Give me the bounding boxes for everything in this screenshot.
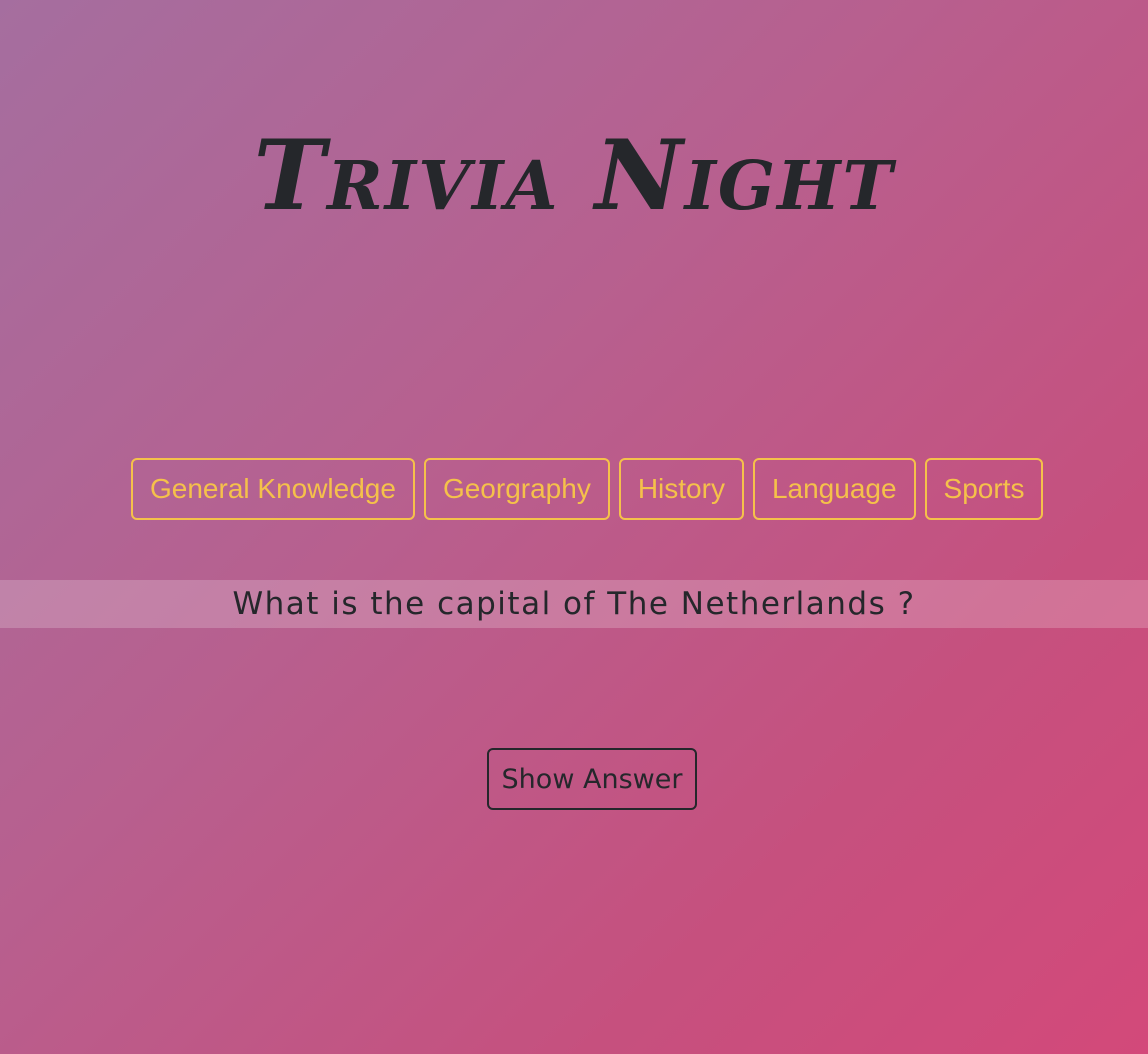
category-button-group: General Knowledge Georgraphy History Lan… (131, 458, 1044, 520)
page-title: Trivia Night (253, 119, 895, 232)
category-button-history[interactable]: History (618, 458, 744, 520)
show-answer-button[interactable]: Show Answer (487, 748, 697, 810)
category-button-language[interactable]: Language (752, 458, 916, 520)
question-banner: What is the capital of The Netherlands ? (0, 580, 1148, 628)
category-button-sports[interactable]: Sports (924, 458, 1044, 520)
category-button-general-knowledge[interactable]: General Knowledge (131, 458, 415, 520)
category-button-geography[interactable]: Georgraphy (423, 458, 610, 520)
question-text: What is the capital of The Netherlands ? (232, 586, 916, 622)
